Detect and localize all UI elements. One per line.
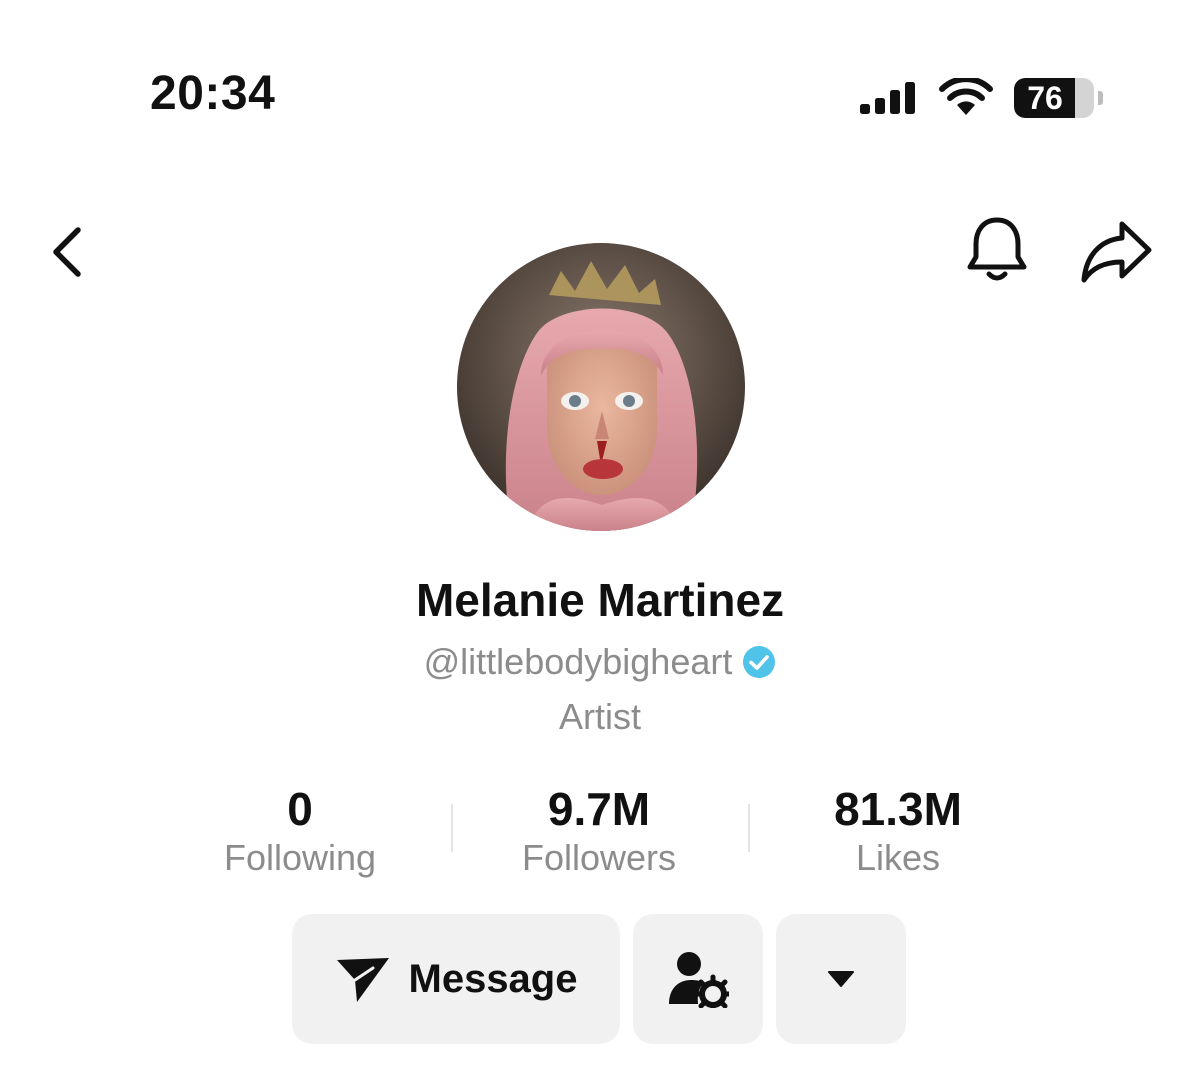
caret-down-icon — [828, 971, 854, 987]
stat-value: 81.3M — [834, 783, 962, 835]
send-icon — [336, 958, 389, 1002]
wifi-icon — [939, 78, 993, 115]
chevron-left-icon[interactable] — [46, 224, 90, 280]
stat-label: Following — [223, 837, 377, 878]
stat-value: 0 — [287, 783, 313, 835]
battery-nub — [1098, 91, 1103, 105]
more-options-button[interactable] — [776, 914, 906, 1044]
message-label: Message — [408, 956, 578, 1001]
display-name: Melanie Martinez — [415, 574, 785, 626]
stat-label: Followers — [521, 837, 677, 878]
username: @littlebodybigheart — [423, 641, 733, 682]
handle-row: @littlebodybigheart — [0, 638, 1200, 686]
stat-label: Likes — [855, 837, 941, 878]
stat-followers[interactable]: 9.7M Followers — [449, 782, 749, 880]
status-time: 20:34 — [150, 67, 276, 120]
avatar[interactable] — [457, 243, 745, 531]
stat-value: 9.7M — [547, 783, 651, 835]
user-settings-icon — [669, 952, 729, 1008]
friend-settings-button[interactable] — [633, 914, 763, 1044]
cellular-signal-icon — [860, 82, 915, 114]
profile-screen: 20:34 76 Melanie Martinez @littlebodybig… — [0, 0, 1200, 1067]
avatar-image — [457, 243, 745, 531]
battery-percent: 76 — [1027, 80, 1063, 116]
stat-likes[interactable]: 81.3M Likes — [748, 782, 1048, 880]
share-icon[interactable] — [1078, 218, 1154, 284]
bio: Artist — [558, 696, 641, 737]
bell-icon[interactable] — [962, 214, 1032, 286]
stat-following[interactable]: 0 Following — [150, 782, 450, 880]
battery-icon: 76 — [1014, 78, 1094, 118]
message-button[interactable]: Message — [292, 914, 620, 1044]
verified-badge-icon — [743, 646, 776, 678]
